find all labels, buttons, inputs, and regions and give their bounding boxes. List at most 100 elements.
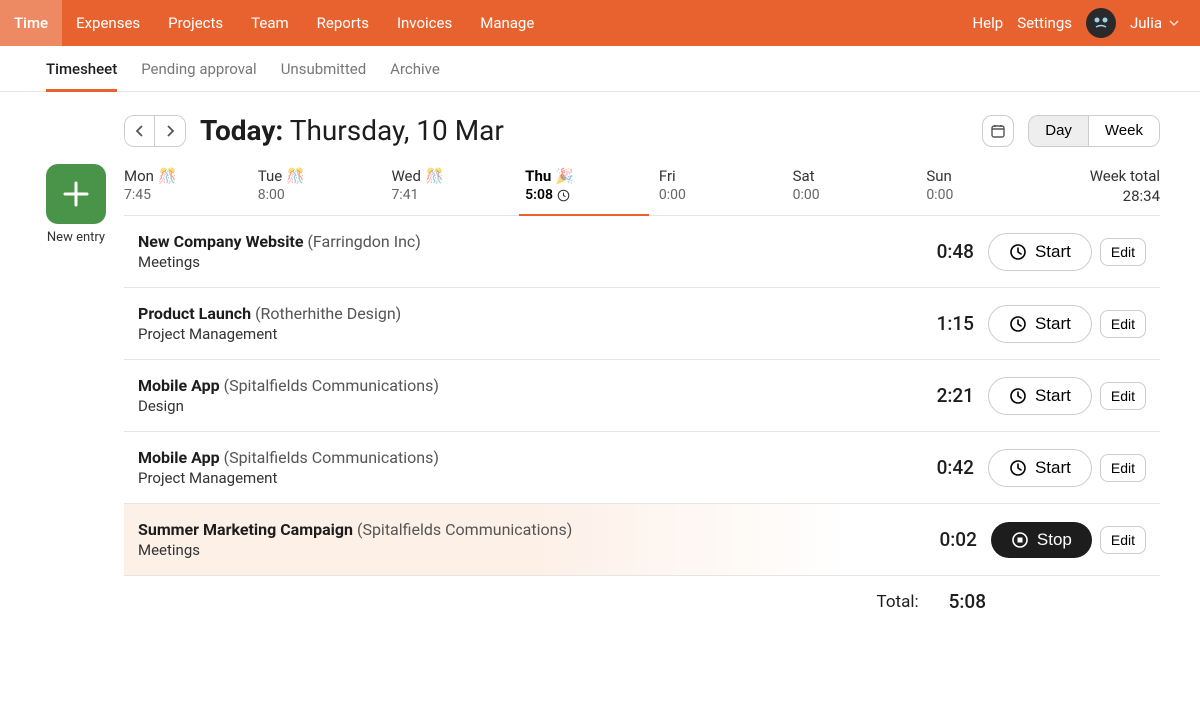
entry-info: Mobile App (Spitalfields Communications)… xyxy=(138,448,914,487)
entry-task: Meetings xyxy=(138,541,917,559)
start-label: Start xyxy=(1035,314,1071,334)
user-name: Julia xyxy=(1130,14,1162,32)
entry-task: Meetings xyxy=(138,253,914,271)
nav-item-reports[interactable]: Reports xyxy=(303,0,383,46)
user-menu[interactable]: Julia xyxy=(1130,14,1180,32)
help-link[interactable]: Help xyxy=(972,14,1003,32)
day-col-tue[interactable]: Tue 🎊8:00 xyxy=(258,161,392,215)
day-name: Tue 🎊 xyxy=(258,167,392,185)
day-time: 0:00 xyxy=(793,187,927,203)
day-time: 0:00 xyxy=(659,187,793,203)
day-name: Wed 🎊 xyxy=(391,167,525,185)
calendar-button[interactable] xyxy=(982,115,1014,147)
entries-list: New Company Website (Farringdon Inc)Meet… xyxy=(124,216,1160,576)
week-total-value: 28:34 xyxy=(1060,187,1160,205)
new-entry: New entry xyxy=(46,164,106,245)
entry-task: Project Management xyxy=(138,469,914,487)
entry-info: Product Launch (Rotherhithe Design)Proje… xyxy=(138,304,914,343)
entry-info: New Company Website (Farringdon Inc)Meet… xyxy=(138,232,914,271)
clock-icon xyxy=(1009,459,1027,477)
edit-button[interactable]: Edit xyxy=(1100,454,1146,482)
view-toggle: Day Week xyxy=(1028,115,1160,147)
sub-nav: Timesheet Pending approval Unsubmitted Arch… xyxy=(0,46,1200,92)
chevron-down-icon xyxy=(1168,17,1180,29)
entry-duration: 0:42 xyxy=(914,456,974,479)
total-label: Total: xyxy=(877,592,919,612)
confetti-icon: 🎊 xyxy=(286,167,305,185)
day-time: 5:08 xyxy=(525,187,659,203)
day-col-wed[interactable]: Wed 🎊 7:41 xyxy=(391,161,525,215)
settings-link[interactable]: Settings xyxy=(1017,14,1072,32)
day-col-sat[interactable]: Sat0:00 xyxy=(793,161,927,215)
entry-duration: 1:15 xyxy=(914,312,974,335)
start-button[interactable]: Start xyxy=(988,233,1092,271)
stop-label: Stop xyxy=(1037,530,1072,550)
day-col-fri[interactable]: Fri 0:00 xyxy=(659,161,793,215)
week-view-button[interactable]: Week xyxy=(1089,116,1159,146)
entry-project: Mobile App xyxy=(138,376,220,395)
nav-item-manage[interactable]: Manage xyxy=(466,0,548,46)
nav-item-time[interactable]: Time xyxy=(0,0,62,46)
clock-icon xyxy=(1009,387,1027,405)
clock-icon xyxy=(1009,315,1027,333)
nav-item-invoices[interactable]: Invoices xyxy=(383,0,466,46)
week-row: Mon 🎊 7:45Tue 🎊8:00Wed 🎊 7:41Thu 🎉 5:08 Fri… xyxy=(124,161,1160,216)
start-button[interactable]: Start xyxy=(988,449,1092,487)
day-time: 7:41 xyxy=(391,187,525,203)
edit-button[interactable]: Edit xyxy=(1100,526,1146,554)
today-label: Today: xyxy=(200,114,283,147)
day-view-button[interactable]: Day xyxy=(1029,116,1089,146)
start-label: Start xyxy=(1035,458,1071,478)
entry-task: Design xyxy=(138,397,914,415)
next-day-button[interactable] xyxy=(155,116,185,146)
nav-item-team[interactable]: Team xyxy=(237,0,303,46)
day-time: 7:45 xyxy=(124,187,258,203)
entry-info: Mobile App (Spitalfields Communications)… xyxy=(138,376,914,415)
time-entry: Mobile App (Spitalfields Communications)… xyxy=(124,360,1160,432)
time-entry: Mobile App (Spitalfields Communications)… xyxy=(124,432,1160,504)
start-button[interactable]: Start xyxy=(988,305,1092,343)
new-entry-button[interactable] xyxy=(46,164,106,224)
confetti-icon: 🎊 xyxy=(425,167,444,185)
start-button[interactable]: Start xyxy=(988,377,1092,415)
page-title: Today: Thursday, 10 Mar xyxy=(200,114,504,147)
entry-client: (Spitalfields Communications) xyxy=(357,520,572,539)
new-entry-label: New entry xyxy=(47,230,105,245)
entry-project: Summer Marketing Campaign xyxy=(138,520,353,539)
avatar[interactable] xyxy=(1086,8,1116,38)
stop-icon xyxy=(1011,531,1029,549)
day-total: Total: 5:08 xyxy=(124,576,1160,613)
week-total-label: Week total xyxy=(1060,167,1160,185)
nav-item-projects[interactable]: Projects xyxy=(154,0,237,46)
start-label: Start xyxy=(1035,242,1071,262)
day-col-thu[interactable]: Thu 🎉 5:08 xyxy=(525,161,659,215)
day-name: Fri xyxy=(659,167,793,185)
time-entry: Summer Marketing Campaign (Spitalfields … xyxy=(124,504,1160,576)
week-total: Week total 28:34 xyxy=(1060,161,1160,215)
day-col-mon[interactable]: Mon 🎊 7:45 xyxy=(124,161,258,215)
entry-client: (Farringdon Inc) xyxy=(307,232,420,251)
nav-item-expenses[interactable]: Expenses xyxy=(62,0,154,46)
edit-button[interactable]: Edit xyxy=(1100,310,1146,338)
clock-icon xyxy=(1009,243,1027,261)
entry-duration: 0:48 xyxy=(914,240,974,263)
top-nav-right: Help Settings Julia xyxy=(972,8,1180,38)
entry-client: (Spitalfields Communications) xyxy=(224,448,439,467)
subnav-item-timesheet[interactable]: Timesheet xyxy=(46,46,117,91)
date-header: Today: Thursday, 10 Mar Day Week xyxy=(124,114,1160,147)
confetti-icon: 🎉 xyxy=(555,167,574,185)
edit-button[interactable]: Edit xyxy=(1100,382,1146,410)
subnav-item-archive[interactable]: Archive xyxy=(390,46,440,91)
entry-client: (Rotherhithe Design) xyxy=(255,304,401,323)
stop-button[interactable]: Stop xyxy=(991,522,1092,558)
subnav-item-pending-approval[interactable]: Pending approval xyxy=(141,46,257,91)
day-name: Mon 🎊 xyxy=(124,167,258,185)
day-col-sun[interactable]: Sun0:00 xyxy=(926,161,1060,215)
prev-day-button[interactable] xyxy=(125,116,155,146)
day-name: Thu 🎉 xyxy=(525,167,659,185)
subnav-item-unsubmitted[interactable]: Unsubmitted xyxy=(281,46,366,91)
time-entry: New Company Website (Farringdon Inc)Meet… xyxy=(124,216,1160,288)
entry-duration: 2:21 xyxy=(914,384,974,407)
top-nav: TimeExpensesProjectsTeamReportsInvoicesM… xyxy=(0,0,1200,46)
edit-button[interactable]: Edit xyxy=(1100,238,1146,266)
